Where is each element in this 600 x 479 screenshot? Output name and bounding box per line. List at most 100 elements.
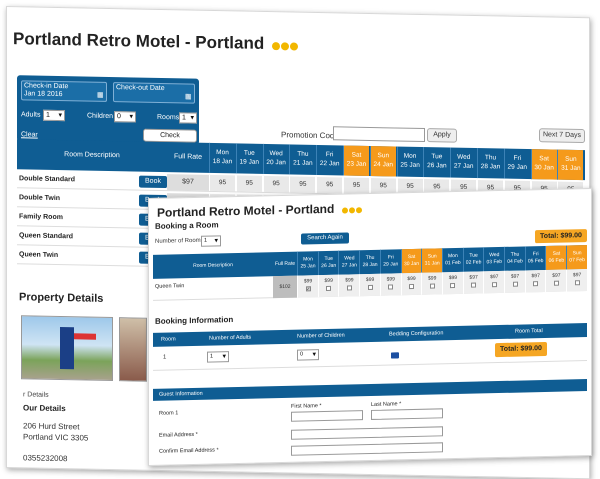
rooms-select[interactable]: 1 xyxy=(179,112,197,124)
date-column-header: Mon 25 Jan xyxy=(396,146,423,177)
price-cell: 95 xyxy=(316,176,343,194)
date-column-header: Thu 28 Jan xyxy=(359,249,381,275)
price-label: $99 xyxy=(345,277,354,284)
first-name-label: First Name * xyxy=(291,403,322,410)
night-checkbox[interactable] xyxy=(471,282,477,288)
night-checkbox[interactable] xyxy=(533,281,539,287)
date-label: 06 Feb xyxy=(548,257,565,264)
page-title: Portland Retro Motel - Portland xyxy=(157,201,363,221)
date-column-header: Thu 28 Jan xyxy=(477,148,503,179)
date-label: 27 Jan xyxy=(453,162,474,170)
date-label: 18 Jan xyxy=(212,157,233,166)
room-description-header: Room Description xyxy=(64,151,120,160)
number-of-rooms-label: Number of Rooms xyxy=(155,237,204,245)
motel-photo xyxy=(21,315,113,382)
date-label: 30 Jan xyxy=(403,260,419,268)
last-name-label: Last Name * xyxy=(371,401,402,408)
booking-details-page: Portland Retro Motel - Portland Booking … xyxy=(148,187,592,466)
checkout-label: Check-out Date xyxy=(116,84,165,93)
room-full-rate: $102 xyxy=(273,275,297,299)
adults-select[interactable]: 1 xyxy=(207,351,229,363)
night-checkbox[interactable] xyxy=(450,283,456,289)
date-column-header: Fri 05 Feb xyxy=(524,245,546,271)
night-checkbox[interactable] xyxy=(346,285,352,291)
rooms-label: Rooms xyxy=(157,113,180,122)
room-name: Double Twin xyxy=(19,194,61,203)
calendar-icon[interactable]: ▦ xyxy=(185,92,192,100)
price-cell: $97 xyxy=(483,270,505,294)
price-cell: $97 xyxy=(524,269,546,293)
bedding-col-header: Bedding Configuration xyxy=(389,330,444,338)
date-label: 31 Jan xyxy=(561,164,581,173)
number-of-rooms-select[interactable]: 1 xyxy=(201,235,221,247)
room-full-rate: $97 xyxy=(167,174,209,191)
star-rating-icon xyxy=(272,35,299,56)
night-checkbox[interactable] xyxy=(409,283,414,290)
date-column-header: Sat 06 Feb xyxy=(545,245,567,270)
checkin-value: Jan 18 2016 xyxy=(24,90,63,99)
price-cell: 95 xyxy=(262,175,289,193)
price-cell: $97 xyxy=(566,269,588,292)
room-total-col-header: Room Total xyxy=(515,328,543,335)
date-column-header: Tue 02 Feb xyxy=(462,247,484,272)
date-column-header: Fri 22 Jan xyxy=(316,144,343,176)
night-checkbox[interactable] xyxy=(388,284,394,290)
night-checkbox[interactable] xyxy=(367,284,373,291)
guest-information-heading: Guest Information xyxy=(153,379,587,401)
booking-information-heading: Booking Information xyxy=(155,315,234,326)
date-label: 04 Feb xyxy=(507,258,523,265)
email-input[interactable] xyxy=(291,426,443,440)
date-column-header: Sun 24 Jan xyxy=(369,145,396,177)
price-cell: $97 xyxy=(545,269,567,292)
day-label: Sat xyxy=(351,151,362,159)
confirm-email-input[interactable] xyxy=(291,442,443,456)
date-label: 19 Jan xyxy=(239,158,260,166)
room-1-label: Room 1 xyxy=(159,410,179,417)
search-form: Check-in Date Jan 18 2016 ▦ Check-out Da… xyxy=(17,75,199,150)
children-select[interactable]: 0 xyxy=(297,349,319,361)
price-label: $99 xyxy=(365,276,375,284)
adults-select[interactable]: 1 xyxy=(43,109,65,122)
full-rate-header: Full Rate xyxy=(173,153,202,161)
date-label: 29 Jan xyxy=(507,163,528,172)
night-checkbox[interactable]: ✓ xyxy=(305,286,311,292)
night-checkbox[interactable] xyxy=(491,282,497,288)
calendar-icon[interactable]: ▦ xyxy=(97,91,104,99)
night-checkbox[interactable] xyxy=(326,285,332,291)
check-availability-button[interactable]: Check Availability xyxy=(143,128,197,150)
children-select[interactable]: 0 xyxy=(114,111,136,123)
price-cell: $99 xyxy=(400,272,422,296)
search-again-button[interactable]: Search Again xyxy=(301,232,349,245)
adults-col-header: Number of Adults xyxy=(209,334,252,342)
night-checkbox[interactable] xyxy=(553,280,559,286)
day-label: Sun xyxy=(377,152,390,160)
date-column-header: Sun 31 Jan xyxy=(557,149,584,181)
last-name-input[interactable] xyxy=(371,408,443,420)
promo-code-input[interactable] xyxy=(333,126,425,143)
price-label: $99 xyxy=(324,277,333,284)
confirm-email-label: Confirm Email Address * xyxy=(159,447,219,455)
night-checkbox[interactable] xyxy=(512,281,518,287)
price-cell: $99 xyxy=(317,274,339,298)
day-label: Thu xyxy=(297,150,309,158)
full-rate-header: Full Rate xyxy=(274,260,295,268)
date-label: 01 Feb xyxy=(445,259,461,267)
date-column-header: Sun 31 Jan xyxy=(421,248,443,273)
clear-link[interactable]: Clear xyxy=(21,131,38,138)
price-cell: $99 ✓ xyxy=(297,275,318,298)
night-checkbox[interactable] xyxy=(429,283,435,289)
price-label: $97 xyxy=(531,273,540,280)
star-rating-icon xyxy=(342,202,363,216)
first-name-input[interactable] xyxy=(291,410,363,422)
night-checkbox[interactable] xyxy=(574,280,580,286)
next-7-days-button[interactable]: Next 7 Days xyxy=(539,128,585,144)
apply-button[interactable]: Apply xyxy=(427,128,457,143)
day-label: Sat xyxy=(539,155,549,163)
day-label: Mon xyxy=(403,152,417,160)
day-label: Mon xyxy=(216,149,229,157)
book-button[interactable]: Book xyxy=(139,175,167,189)
price-label: $97 xyxy=(510,273,520,280)
price-cell: $97 xyxy=(504,270,525,293)
room-name: Queen Twin xyxy=(155,283,185,290)
our-details-heading: Our Details xyxy=(23,403,66,414)
